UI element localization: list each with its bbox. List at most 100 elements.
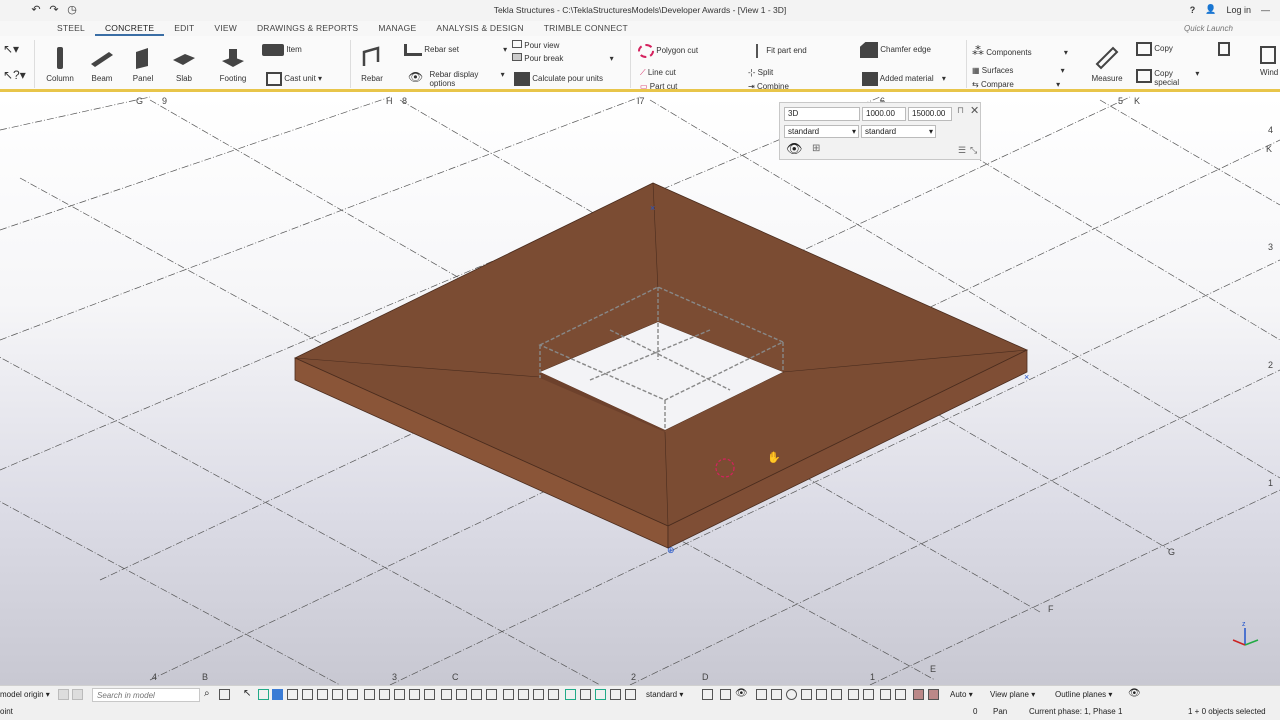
help-icon[interactable]: ? bbox=[1190, 5, 1196, 15]
tab-analysis-design[interactable]: ANALYSIS & DESIGN bbox=[426, 21, 533, 36]
cast-unit-button[interactable]: Cast unit ▾ bbox=[266, 72, 322, 86]
snap-1-icon[interactable] bbox=[258, 689, 269, 700]
snap-17-icon[interactable] bbox=[503, 689, 514, 700]
tab-manage[interactable]: MANAGE bbox=[368, 21, 426, 36]
quick-launch-input[interactable] bbox=[1184, 23, 1274, 34]
view-name-field[interactable]: 3D bbox=[784, 107, 860, 121]
snap-13-icon[interactable] bbox=[441, 689, 452, 700]
fit-part-end-button[interactable]: Fit part end bbox=[756, 44, 807, 58]
line-cut-button[interactable]: ⟋ Line cut bbox=[640, 68, 676, 78]
part-cut-button[interactable]: ▭ Part cut bbox=[640, 82, 677, 91]
view-depth-up-field[interactable]: 15000.00 bbox=[908, 107, 952, 121]
pour-break-button[interactable]: Pour break ▾ bbox=[512, 53, 614, 63]
snap-6-icon[interactable] bbox=[332, 689, 343, 700]
auto-select[interactable]: Auto ▾ bbox=[950, 690, 973, 699]
compare-button[interactable]: ⇆ Compare ▾ bbox=[972, 80, 1060, 89]
snap-4-icon[interactable] bbox=[302, 689, 313, 700]
outline-planes-select[interactable]: Outline planes ▾ bbox=[1055, 690, 1112, 699]
view-filter-select[interactable]: standard bbox=[861, 125, 936, 138]
panel-button[interactable]: Panel bbox=[123, 46, 163, 83]
login-link[interactable]: Log in bbox=[1226, 5, 1251, 15]
rebar-set-button[interactable]: Rebar set ▾ bbox=[404, 44, 507, 56]
tab-steel[interactable]: STEEL bbox=[47, 21, 95, 36]
view-plane-select[interactable]: View plane ▾ bbox=[990, 690, 1035, 699]
components-button[interactable]: ⁂ Components ▾ bbox=[972, 44, 1068, 58]
snap-2-icon[interactable] bbox=[272, 689, 283, 700]
slab-button[interactable]: Slab bbox=[164, 46, 204, 83]
snap-10-icon[interactable] bbox=[394, 689, 405, 700]
snap-5-icon[interactable] bbox=[317, 689, 328, 700]
filter-select[interactable]: standard ▾ bbox=[646, 690, 683, 699]
combine-button[interactable]: ⇥ Combine bbox=[748, 82, 789, 91]
eye-icon[interactable]: 👁 bbox=[786, 141, 803, 157]
list-icon[interactable]: ☰ bbox=[958, 145, 966, 156]
tab-view[interactable]: VIEW bbox=[204, 21, 247, 36]
work-area-6-icon[interactable] bbox=[831, 689, 842, 700]
snap-help-icon[interactable]: ↖?▾ bbox=[3, 68, 26, 82]
snap-20-icon[interactable] bbox=[548, 689, 559, 700]
search-options-icon[interactable] bbox=[219, 689, 230, 700]
tab-trimble-connect[interactable]: TRIMBLE CONNECT bbox=[534, 21, 638, 36]
origin-select[interactable]: model origin ▾ bbox=[0, 690, 50, 699]
visibility-icon[interactable]: 👁 bbox=[1128, 688, 1141, 699]
snap-19-icon[interactable] bbox=[533, 689, 544, 700]
surfaces-button[interactable]: ▦ Surfaces ▾ bbox=[972, 66, 1065, 75]
eye-toggle-icon[interactable]: 👁 bbox=[735, 688, 748, 699]
added-material-button[interactable]: Added material ▾ bbox=[862, 72, 946, 86]
tab-concrete[interactable]: CONCRETE bbox=[94, 21, 165, 36]
calculate-pour-units-button[interactable]: Calculate pour units bbox=[514, 72, 603, 86]
work-area-4-icon[interactable] bbox=[801, 689, 812, 700]
snap-toggle-2-icon[interactable] bbox=[72, 689, 83, 700]
display-settings-icon[interactable]: ⊞ bbox=[812, 143, 820, 154]
representation-select[interactable]: standard bbox=[784, 125, 859, 138]
search-model-input[interactable] bbox=[92, 688, 200, 702]
work-area-12-icon[interactable] bbox=[928, 689, 939, 700]
filter-icon[interactable] bbox=[702, 689, 713, 700]
minimize-icon[interactable]: — bbox=[1261, 5, 1270, 15]
copy-button[interactable]: Copy bbox=[1136, 42, 1173, 56]
tab-edit[interactable]: EDIT bbox=[164, 21, 204, 36]
footing-button[interactable]: Footing bbox=[213, 46, 253, 83]
work-area-11-icon[interactable] bbox=[913, 689, 924, 700]
wind-button[interactable]: Wind bbox=[1260, 46, 1278, 77]
model-view-3d[interactable]: × × ⊕ ✋ G 9 H 8 I7 6 5 K 4 B 3 C 2 D 1 E… bbox=[0, 95, 1280, 685]
snap-toggle-icon[interactable] bbox=[58, 689, 69, 700]
snap-11-icon[interactable] bbox=[409, 689, 420, 700]
snap-12-icon[interactable] bbox=[424, 689, 435, 700]
beam-button[interactable]: Beam bbox=[82, 46, 122, 83]
tab-drawings-reports[interactable]: DRAWINGS & REPORTS bbox=[247, 21, 368, 36]
snap-18-icon[interactable] bbox=[518, 689, 529, 700]
rebar-display-options-button[interactable]: 👁 Rebar display options ▾ bbox=[408, 70, 505, 88]
copy-special-button[interactable]: Copy special ▾ bbox=[1136, 69, 1199, 87]
work-area-10-icon[interactable] bbox=[895, 689, 906, 700]
expand-icon[interactable]: ⤡ bbox=[970, 145, 977, 156]
snap-21-icon[interactable] bbox=[565, 689, 576, 700]
chamfer-edge-button[interactable]: Chamfer edge bbox=[860, 42, 931, 58]
snap-15-icon[interactable] bbox=[471, 689, 482, 700]
move-icon[interactable] bbox=[1218, 42, 1230, 58]
status-phase[interactable]: Current phase: 1, Phase 1 bbox=[1029, 707, 1122, 716]
snap-23-icon[interactable] bbox=[595, 689, 606, 700]
work-area-2-icon[interactable] bbox=[771, 689, 782, 700]
rebar-button[interactable]: Rebar bbox=[352, 46, 392, 83]
work-area-7-icon[interactable] bbox=[848, 689, 859, 700]
work-area-9-icon[interactable] bbox=[880, 689, 891, 700]
item-button[interactable]: Item bbox=[262, 44, 302, 56]
polygon-cut-button[interactable]: Polygon cut bbox=[638, 44, 698, 58]
snap-7-icon[interactable] bbox=[347, 689, 358, 700]
snap-22-icon[interactable] bbox=[580, 689, 591, 700]
measure-button[interactable]: Measure bbox=[1087, 46, 1127, 83]
work-area-8-icon[interactable] bbox=[863, 689, 874, 700]
filter-2-icon[interactable] bbox=[720, 689, 731, 700]
work-area-1-icon[interactable] bbox=[756, 689, 767, 700]
work-area-5-icon[interactable] bbox=[816, 689, 827, 700]
pin-icon[interactable]: ⊓ bbox=[957, 105, 964, 116]
snap-24-icon[interactable] bbox=[610, 689, 621, 700]
select-arrow-icon[interactable]: ↖ bbox=[243, 688, 251, 699]
search-icon[interactable]: ⌕ bbox=[204, 688, 210, 699]
snap-16-icon[interactable] bbox=[486, 689, 497, 700]
snap-25-icon[interactable] bbox=[625, 689, 636, 700]
snap-14-icon[interactable] bbox=[456, 689, 467, 700]
snap-8-icon[interactable] bbox=[364, 689, 375, 700]
split-button[interactable]: -¦- Split bbox=[748, 68, 773, 77]
